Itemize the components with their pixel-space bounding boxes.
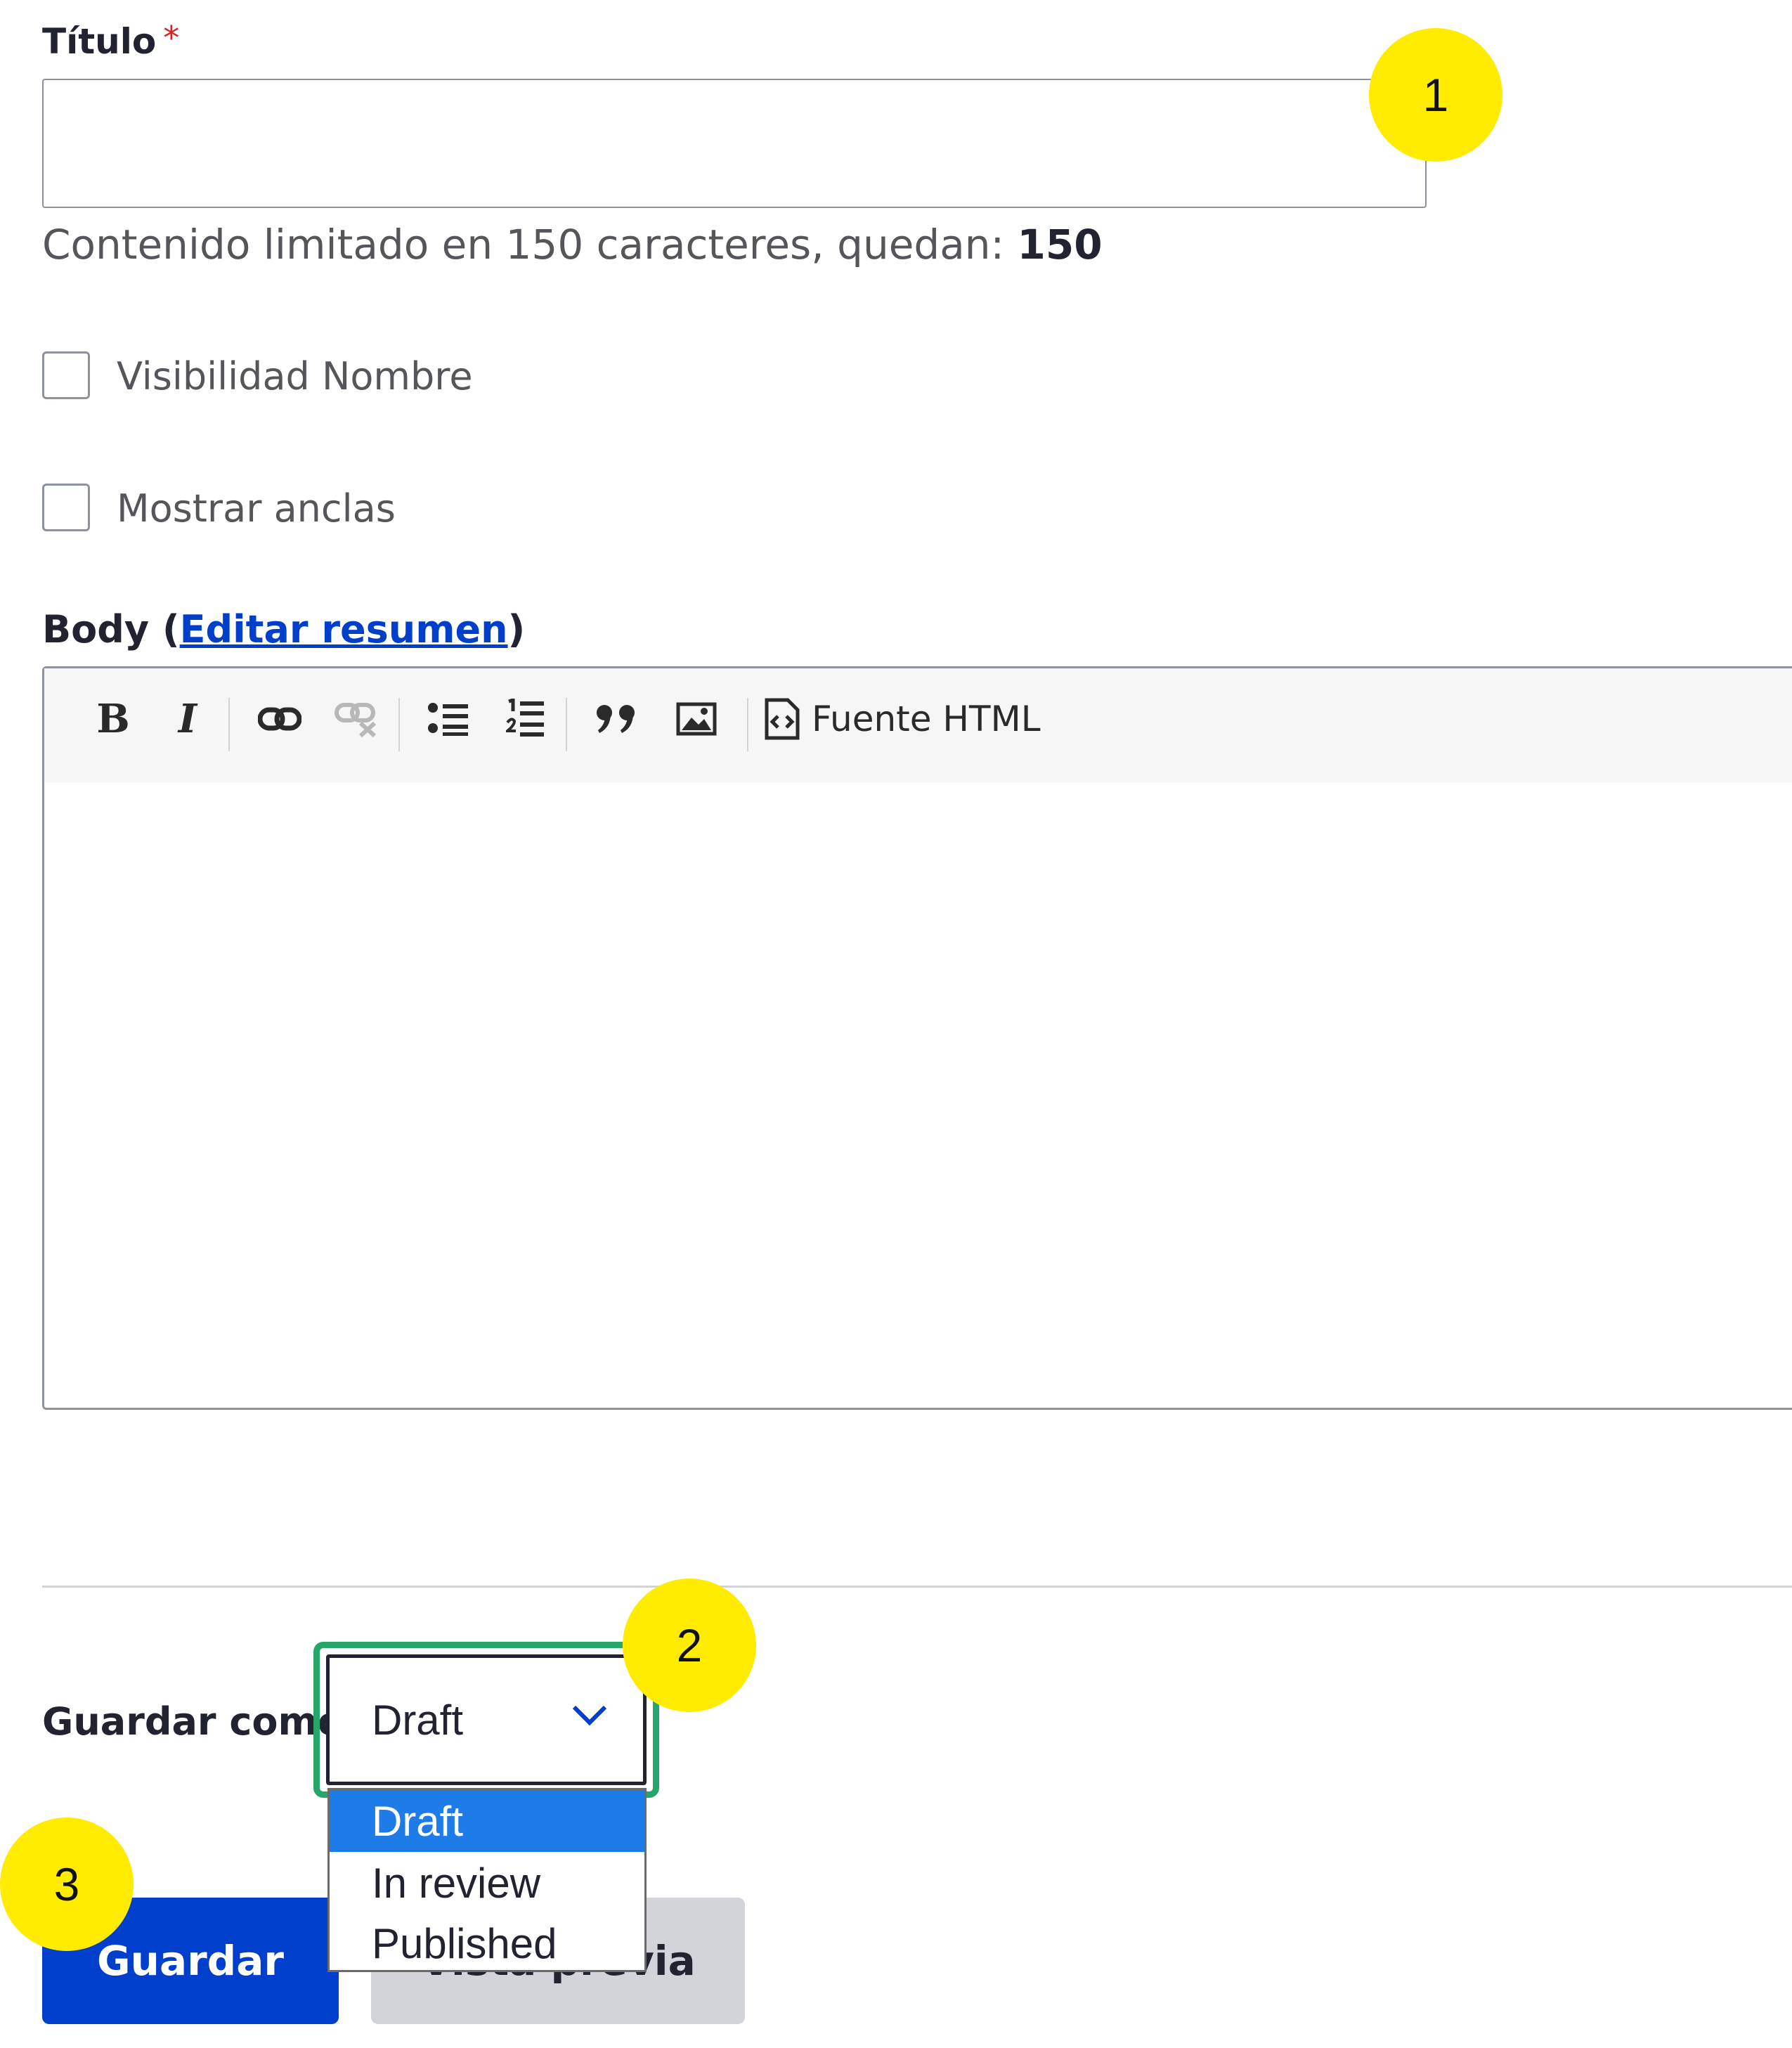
toolbar-separator	[228, 698, 230, 751]
visibility-name-checkbox[interactable]	[42, 351, 90, 399]
italic-icon[interactable]: I	[160, 694, 216, 744]
callout-marker-3: 3	[0, 1817, 134, 1951]
title-label: Título	[42, 21, 157, 62]
select-dropdown-list: Draft In review Published	[327, 1788, 647, 1972]
blockquote-icon[interactable]	[583, 694, 653, 744]
counter-text: Contenido limitado en 150 caracteres, qu…	[42, 221, 1018, 268]
unlink-icon[interactable]	[325, 694, 389, 744]
italic-glyph: I	[178, 696, 197, 742]
body-label: Body (Editar resumen)	[42, 607, 525, 652]
counter-value: 150	[1017, 221, 1103, 268]
option-label: Draft	[372, 1798, 464, 1845]
chevron-down-icon	[572, 1705, 607, 1726]
close-paren: )	[507, 607, 526, 652]
toolbar-separator	[566, 698, 567, 751]
required-mark: *	[163, 19, 180, 57]
visibility-name-label[interactable]: Visibilidad Nombre	[117, 354, 473, 398]
option-label: Published	[372, 1920, 557, 1967]
toolbar-separator	[398, 698, 400, 751]
option-published[interactable]: Published	[330, 1912, 644, 1974]
moderation-state-select[interactable]: Draft	[326, 1654, 647, 1785]
option-in-review[interactable]: In review	[330, 1852, 644, 1914]
link-icon[interactable]	[248, 694, 311, 744]
numbered-list-icon[interactable]	[494, 694, 557, 744]
bold-glyph: B	[96, 696, 130, 742]
editor-toolbar: B I Fuente HTML	[44, 668, 1792, 782]
title-label-row: Título *	[42, 19, 180, 62]
show-anchors-checkbox[interactable]	[42, 484, 90, 531]
toolbar-separator	[747, 698, 748, 751]
source-button[interactable]: Fuente HTML	[754, 694, 1077, 744]
select-value: Draft	[372, 1696, 464, 1744]
body-label-text: Body	[42, 607, 150, 652]
open-paren: (	[162, 607, 180, 652]
option-draft[interactable]: Draft	[330, 1790, 644, 1852]
show-anchors-label[interactable]: Mostrar anclas	[117, 486, 396, 531]
divider	[42, 1586, 1792, 1588]
character-counter: Contenido limitado en 150 caracteres, qu…	[42, 221, 1103, 268]
source-label: Fuente HTML	[812, 699, 1041, 739]
bulleted-list-icon[interactable]	[417, 694, 480, 744]
image-icon[interactable]	[661, 694, 732, 744]
callout-marker-2: 2	[623, 1579, 756, 1712]
edit-summary-link[interactable]: Editar resumen	[180, 607, 508, 652]
callout-marker-1: 1	[1369, 28, 1502, 162]
save-as-label: Guardar como:	[42, 1699, 359, 1744]
bold-icon[interactable]: B	[85, 694, 141, 744]
title-input[interactable]	[42, 79, 1427, 208]
source-icon	[765, 698, 800, 740]
option-label: In review	[372, 1860, 541, 1907]
